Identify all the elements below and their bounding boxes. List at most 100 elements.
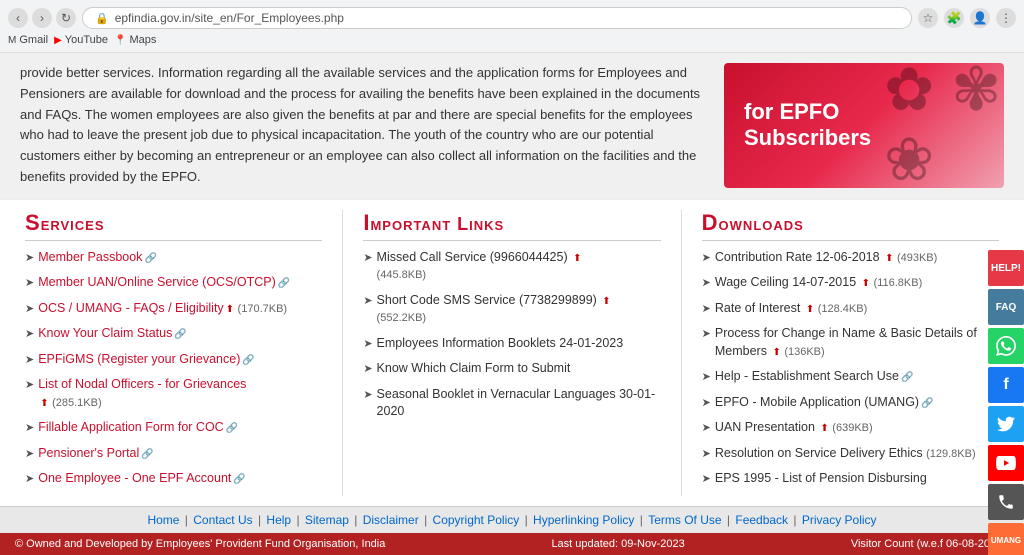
external-icon: 🔗	[233, 474, 245, 485]
separator: |	[793, 513, 799, 527]
arrow-icon: ➤	[363, 337, 372, 352]
help-sidebar-button[interactable]: HELP!	[988, 250, 1024, 286]
faq-sidebar-button[interactable]: FAQ	[988, 289, 1024, 325]
resolution-link[interactable]: Resolution on Service Delivery Ethics	[715, 446, 923, 460]
phone-button[interactable]	[988, 484, 1024, 520]
copyright-link[interactable]: Copyright Policy	[433, 513, 520, 527]
separator: |	[727, 513, 733, 527]
last-updated-text: Last updated: 09-Nov-2023	[551, 538, 684, 550]
contribution-rate-link[interactable]: Contribution Rate 12-06-2018	[715, 250, 880, 264]
list-item: ➤ One Employee - One EPF Account🔗	[25, 470, 322, 488]
pdf-icon: ⬆	[226, 304, 234, 315]
top-section: provide better services. Information reg…	[0, 53, 1024, 198]
list-item: ➤ Know Which Claim Form to Submit	[363, 360, 660, 378]
external-icon: 🔗	[174, 329, 186, 340]
nodal-officers-link[interactable]: List of Nodal Officers - for Grievances	[38, 377, 246, 391]
downloads-column: Downloads ➤ Contribution Rate 12-06-2018…	[697, 210, 1004, 496]
arrow-icon: ➤	[702, 447, 711, 462]
wage-ceiling-link[interactable]: Wage Ceiling 14-07-2015	[715, 275, 856, 289]
eps-list-link[interactable]: EPS 1995 - List of Pension Disbursing	[715, 471, 927, 485]
claim-status-link[interactable]: Know Your Claim Status	[38, 326, 172, 340]
pdf-icon: ⬆	[820, 423, 828, 434]
external-icon: 🔗	[144, 253, 156, 264]
list-item: ➤ Wage Ceiling 14-07-2015 ⬆ (116.8KB)	[702, 274, 999, 292]
arrow-icon: ➤	[25, 276, 34, 291]
epfigms-link[interactable]: EPFiGMS (Register your Grievance)	[38, 352, 240, 366]
youtube-button[interactable]	[988, 445, 1024, 481]
external-icon: 🔗	[141, 449, 153, 460]
back-button[interactable]: ‹	[8, 8, 28, 28]
terms-link[interactable]: Terms Of Use	[648, 513, 721, 527]
bookmark-button[interactable]: ☆	[918, 8, 938, 28]
list-item: ➤ Member Passbook🔗	[25, 249, 322, 267]
one-employee-link[interactable]: One Employee - One EPF Account	[38, 471, 231, 485]
hyperlinking-link[interactable]: Hyperlinking Policy	[533, 513, 634, 527]
uan-presentation-link[interactable]: UAN Presentation	[715, 420, 815, 434]
extensions-button[interactable]: 🧩	[944, 8, 964, 28]
downloads-title: Downloads	[702, 210, 999, 241]
list-item: ➤ Fillable Application Form for COC🔗	[25, 419, 322, 437]
list-item: ➤ Contribution Rate 12-06-2018 ⬆ (493KB)	[702, 249, 999, 267]
maps-label: Maps	[129, 34, 156, 46]
pensioners-portal-link[interactable]: Pensioner's Portal	[38, 446, 139, 460]
arrow-icon: ➤	[702, 472, 711, 487]
coc-form-link[interactable]: Fillable Application Form for COC	[38, 420, 223, 434]
missed-call-link[interactable]: Missed Call Service (9966044425)	[377, 250, 568, 264]
sms-service-link[interactable]: Short Code SMS Service (7738299899)	[377, 293, 597, 307]
footer-nav: Home | Contact Us | Help | Sitemap | Dis…	[0, 506, 1024, 533]
list-item: ➤ Rate of Interest ⬆ (128.4KB)	[702, 300, 999, 318]
maps-icon: 📍	[114, 35, 126, 46]
seasonal-booklet-link[interactable]: Seasonal Booklet in Vernacular Languages…	[377, 387, 656, 419]
help-establishment-link[interactable]: Help - Establishment Search Use	[715, 369, 899, 383]
arrow-icon: ➤	[702, 396, 711, 411]
forward-button[interactable]: ›	[32, 8, 52, 28]
intro-text: provide better services. Information reg…	[20, 63, 704, 188]
external-icon: 🔗	[921, 398, 933, 409]
list-item: ➤ UAN Presentation ⬆ (639KB)	[702, 419, 999, 437]
member-passbook-link[interactable]: Member Passbook	[38, 250, 142, 264]
arrow-icon: ➤	[702, 251, 711, 266]
banner-decoration: ✿ ✾ ❀	[884, 63, 1004, 188]
arrow-icon: ➤	[25, 421, 34, 436]
disclaimer-link[interactable]: Disclaimer	[363, 513, 419, 527]
menu-button[interactable]: ⋮	[996, 8, 1016, 28]
pdf-icon: ⬆	[885, 253, 893, 264]
list-item: ➤ Resolution on Service Delivery Ethics …	[702, 445, 999, 463]
privacy-link[interactable]: Privacy Policy	[802, 513, 877, 527]
claim-form-link[interactable]: Know Which Claim Form to Submit	[377, 361, 571, 375]
bookmark-gmail[interactable]: M Gmail	[8, 34, 48, 46]
reload-button[interactable]: ↻	[56, 8, 76, 28]
arrow-icon: ➤	[702, 302, 711, 317]
contact-link[interactable]: Contact Us	[193, 513, 252, 527]
facebook-button[interactable]: f	[988, 367, 1024, 403]
bookmark-maps[interactable]: 📍 Maps	[114, 34, 156, 46]
pdf-icon: ⬆	[40, 398, 48, 409]
arrow-icon: ➤	[363, 388, 372, 403]
services-column: Services ➤ Member Passbook🔗 ➤ Member UAN…	[20, 210, 327, 496]
sitemap-link[interactable]: Sitemap	[305, 513, 349, 527]
list-item: ➤ OCS / UMANG - FAQs / Eligibility⬆ (170…	[25, 300, 322, 318]
arrow-icon: ➤	[25, 327, 34, 342]
whatsapp-button[interactable]	[988, 328, 1024, 364]
info-booklets-link[interactable]: Employees Information Booklets 24-01-202…	[377, 336, 624, 350]
list-item: ➤ Help - Establishment Search Use🔗	[702, 368, 999, 386]
address-bar[interactable]: 🔒 epfindia.gov.in/site_en/For_Employees.…	[82, 7, 912, 29]
arrow-icon: ➤	[363, 251, 372, 266]
column-divider	[681, 210, 682, 496]
uan-link[interactable]: Member UAN/Online Service (OCS/OTCP)	[38, 275, 276, 289]
umang-link[interactable]: EPFO - Mobile Application (UMANG)	[715, 395, 919, 409]
change-name-link[interactable]: Process for Change in Name & Basic Detai…	[715, 326, 977, 358]
ocs-link[interactable]: OCS / UMANG - FAQs / Eligibility	[38, 301, 223, 315]
right-sidebar: HELP! FAQ f UMANG EPFOAPP	[988, 250, 1024, 555]
twitter-button[interactable]	[988, 406, 1024, 442]
help-link[interactable]: Help	[266, 513, 291, 527]
bookmark-youtube[interactable]: ▶ YouTube	[54, 34, 108, 46]
browser-chrome: ‹ › ↻ 🔒 epfindia.gov.in/site_en/For_Empl…	[0, 0, 1024, 53]
home-link[interactable]: Home	[147, 513, 179, 527]
profile-button[interactable]: 👤	[970, 8, 990, 28]
page-content: provide better services. Information reg…	[0, 53, 1024, 555]
list-item: ➤ Pensioner's Portal🔗	[25, 445, 322, 463]
rate-interest-link[interactable]: Rate of Interest	[715, 301, 800, 315]
feedback-link[interactable]: Feedback	[735, 513, 788, 527]
important-links-column: Important Links ➤ Missed Call Service (9…	[358, 210, 665, 496]
